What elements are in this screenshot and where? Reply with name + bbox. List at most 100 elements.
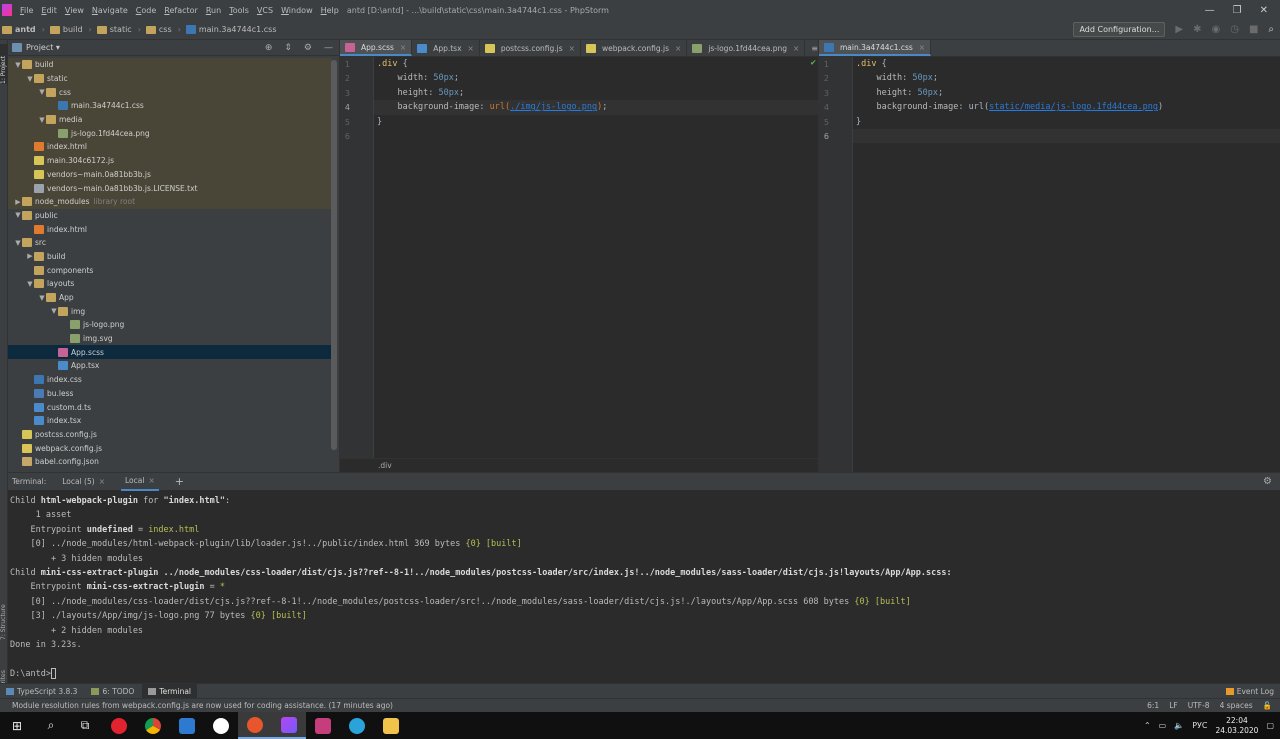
- close-tab-icon[interactable]: ×: [569, 44, 575, 53]
- search-everywhere-icon[interactable]: ⌕: [1268, 24, 1274, 35]
- tab-postcss-config[interactable]: postcss.config.js ×: [480, 40, 581, 56]
- taskbar-app-blue[interactable]: [170, 712, 204, 739]
- tree-folder-App[interactable]: ▼ App: [8, 291, 332, 305]
- tree-file-app-scss[interactable]: ▶App.scss: [8, 345, 332, 360]
- tree-file-babel-config-json[interactable]: ▶babel.config.json: [8, 455, 332, 469]
- tree-file-main-304c6172-js[interactable]: ▶main.304c6172.js: [8, 153, 332, 168]
- notifications-icon[interactable]: ▢: [1266, 721, 1274, 730]
- tree-file-js-logo-1fd44cea-png[interactable]: ▶js-logo.1fd44cea.png: [8, 126, 332, 141]
- taskbar-app-chrome[interactable]: [136, 712, 170, 739]
- project-scrollbar[interactable]: [331, 60, 337, 450]
- tree-file-webpack-config-js[interactable]: ▶webpack.config.js: [8, 441, 332, 455]
- tree-folder-css[interactable]: ▼ css: [8, 85, 332, 100]
- settings-gear-icon[interactable]: ⚙: [304, 43, 312, 53]
- menu-code[interactable]: Code: [132, 6, 161, 15]
- profile-icon[interactable]: ◷: [1230, 24, 1239, 35]
- locate-icon[interactable]: ⊕: [265, 43, 273, 53]
- expanded-arrow-icon[interactable]: ▼: [38, 116, 46, 124]
- menu-help[interactable]: Help: [317, 6, 343, 15]
- lock-icon[interactable]: 🔓: [1263, 701, 1272, 710]
- collapsed-arrow-icon[interactable]: ▶: [14, 198, 22, 206]
- tree-folder-img[interactable]: ▼ img: [8, 304, 332, 318]
- close-icon[interactable]: ✕: [1260, 5, 1268, 16]
- terminal-tab-local-5[interactable]: Local (5) ×: [58, 477, 109, 486]
- tree-file-postcss-config-js[interactable]: ▶postcss.config.js: [8, 428, 332, 442]
- task-view-icon[interactable]: ⧉: [68, 712, 102, 739]
- tree-folder-node_modules[interactable]: ▶ node_modules library root: [8, 194, 332, 209]
- show-hidden-icons-icon[interactable]: ⌃: [1144, 721, 1151, 730]
- tree-file-index-html[interactable]: ▶index.html: [8, 140, 332, 154]
- breadcrumb-static[interactable]: static: [96, 25, 138, 34]
- expanded-arrow-icon[interactable]: ▼: [38, 294, 46, 302]
- stop-icon[interactable]: ■: [1249, 24, 1258, 35]
- taskbar-app-browser[interactable]: [238, 712, 272, 739]
- status-message[interactable]: Module resolution rules from webpack.con…: [0, 701, 393, 710]
- taskbar-app-telegram[interactable]: [340, 712, 374, 739]
- expanded-arrow-icon[interactable]: ▼: [26, 280, 34, 288]
- structure-tool-tab[interactable]: 7: Structure: [0, 595, 8, 640]
- taskbar-app-phpstorm[interactable]: [272, 712, 306, 739]
- restore-icon[interactable]: ❐: [1233, 5, 1242, 16]
- expanded-arrow-icon[interactable]: ▼: [14, 211, 22, 219]
- caret-position[interactable]: 6:1: [1147, 701, 1159, 710]
- menu-vcs[interactable]: VCS: [253, 6, 277, 15]
- todo-tool-button[interactable]: 6: TODO: [85, 684, 140, 699]
- run-icon[interactable]: ▶: [1175, 24, 1183, 35]
- close-tab-icon[interactable]: ×: [148, 476, 154, 485]
- windows-start-icon[interactable]: ⊞: [0, 712, 34, 739]
- taskbar-app-explorer[interactable]: [374, 712, 408, 739]
- taskbar-app-yandex[interactable]: [204, 712, 238, 739]
- code-area-right[interactable]: .div { width: 50px; height: 50px; backgr…: [853, 57, 1280, 472]
- code-area-left[interactable]: ✔ .div { width: 50px; height: 50px; back…: [374, 57, 818, 472]
- taskbar-app-winrar[interactable]: [306, 712, 340, 739]
- tree-file-app-tsx[interactable]: ▶App.tsx: [8, 359, 332, 373]
- typescript-tool-button[interactable]: TypeScript 3.8.3: [0, 684, 83, 699]
- tree-file-custom-d-ts[interactable]: ▶custom.d.ts: [8, 400, 332, 414]
- debug-icon[interactable]: ✱: [1193, 24, 1201, 35]
- tree-file-index-html[interactable]: ▶index.html: [8, 222, 332, 236]
- tree-folder-components[interactable]: ▶components: [8, 263, 332, 277]
- close-tab-icon[interactable]: ×: [919, 43, 925, 52]
- project-view-selector[interactable]: Project ▾: [26, 43, 60, 52]
- menu-tools[interactable]: Tools: [225, 6, 253, 15]
- language-indicator[interactable]: РУС: [1192, 721, 1207, 730]
- close-tab-icon[interactable]: ×: [675, 44, 681, 53]
- expanded-arrow-icon[interactable]: ▼: [14, 239, 22, 247]
- breadcrumb-build[interactable]: build: [49, 25, 89, 34]
- expanded-arrow-icon[interactable]: ▼: [38, 88, 46, 96]
- tree-file-bu-less[interactable]: ▶bu.less: [8, 387, 332, 401]
- close-tab-icon[interactable]: ×: [793, 44, 799, 53]
- tree-file-vendors-main-0a81bb3b-js-license-txt[interactable]: ▶vendors~main.0a81bb3b.js.LICENSE.txt: [8, 181, 332, 195]
- tab-app-scss[interactable]: App.scss ×: [340, 40, 413, 56]
- tree-folder-media[interactable]: ▼ media: [8, 112, 332, 127]
- clock[interactable]: 22:04 24.03.2020: [1215, 716, 1258, 736]
- expanded-arrow-icon[interactable]: ▼: [50, 307, 58, 315]
- terminal-output[interactable]: Child html-webpack-plugin for "index.htm…: [8, 491, 1280, 683]
- line-separator[interactable]: LF: [1169, 701, 1178, 710]
- event-log-button[interactable]: Event Log: [1220, 684, 1280, 699]
- tree-file-vendors-main-0a81bb3b-js[interactable]: ▶vendors~main.0a81bb3b.js: [8, 167, 332, 182]
- file-encoding[interactable]: UTF-8: [1188, 701, 1210, 710]
- menu-refactor[interactable]: Refactor: [160, 6, 202, 15]
- close-tab-icon[interactable]: ×: [400, 43, 406, 52]
- expanded-arrow-icon[interactable]: ▼: [26, 75, 34, 83]
- add-configuration-button[interactable]: Add Configuration...: [1073, 22, 1166, 37]
- editor-breadcrumb[interactable]: .div: [340, 458, 818, 472]
- tab-main-css[interactable]: main.3a4744c1.css ×: [819, 40, 932, 56]
- tree-folder-public[interactable]: ▼ public: [8, 209, 332, 223]
- breadcrumb-project[interactable]: antd: [2, 25, 42, 34]
- close-tab-icon[interactable]: ×: [99, 477, 105, 486]
- minimize-icon[interactable]: —: [1205, 5, 1215, 16]
- menu-navigate[interactable]: Navigate: [88, 6, 132, 15]
- search-icon[interactable]: ⌕: [34, 712, 68, 739]
- hide-icon[interactable]: —: [324, 43, 333, 53]
- tree-folder-static[interactable]: ▼ static: [8, 71, 332, 86]
- tree-folder-layouts[interactable]: ▼ layouts: [8, 277, 332, 291]
- indent-setting[interactable]: 4 spaces: [1220, 701, 1253, 710]
- tree-folder-build[interactable]: ▶ build: [8, 250, 332, 264]
- terminal-tab-local[interactable]: Local ×: [120, 473, 159, 491]
- menu-view[interactable]: View: [61, 6, 88, 15]
- volume-icon[interactable]: 🔈: [1174, 721, 1184, 730]
- expanded-arrow-icon[interactable]: ▼: [14, 61, 22, 69]
- new-terminal-plus-icon[interactable]: +: [171, 475, 188, 488]
